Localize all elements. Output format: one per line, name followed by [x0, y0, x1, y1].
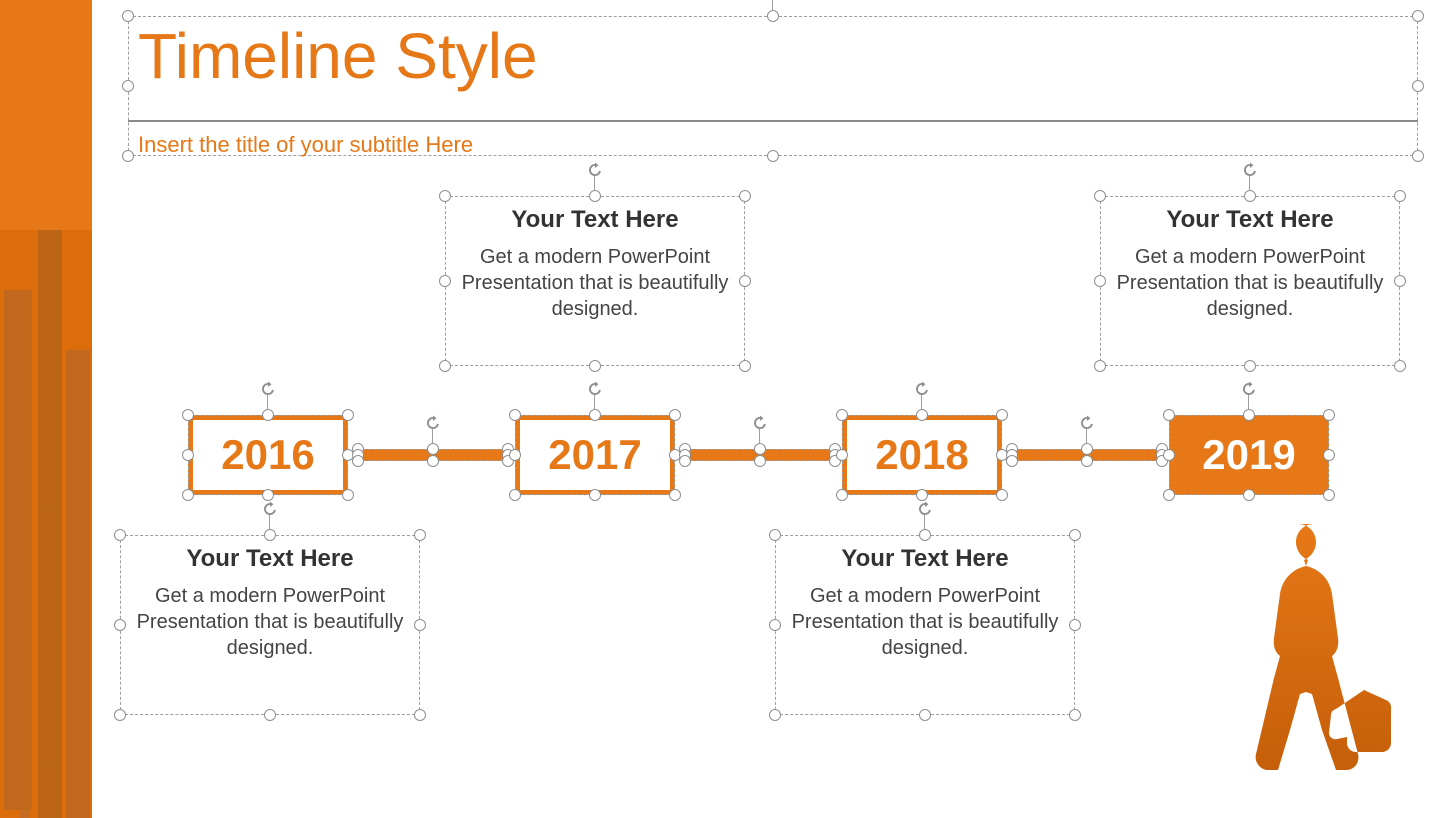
slide-subtitle[interactable]: Insert the title of your subtitle Here: [138, 132, 473, 158]
callout-2019[interactable]: Your Text Here Get a modern PowerPoint P…: [1100, 196, 1400, 366]
year-2016: 2016: [188, 415, 348, 495]
slide-title[interactable]: Timeline Style: [128, 16, 538, 96]
rotate-handle-icon: [1079, 415, 1095, 431]
year-2017: 2017: [515, 415, 675, 495]
connector-1-shape[interactable]: [358, 449, 508, 461]
callout-2017-body: Get a modern PowerPoint Presentation tha…: [445, 238, 745, 336]
connector-3-shape[interactable]: [1012, 449, 1162, 461]
year-2019-shape[interactable]: 2019: [1169, 415, 1329, 495]
callout-2018[interactable]: Your Text Here Get a modern PowerPoint P…: [775, 535, 1075, 715]
callout-2016-body: Get a modern PowerPoint Presentation tha…: [120, 577, 420, 675]
year-2017-shape[interactable]: 2017: [515, 415, 675, 495]
rotate-handle-icon: [262, 501, 278, 517]
callout-2019-title: Your Text Here: [1100, 196, 1400, 238]
connector-2-shape[interactable]: [685, 449, 835, 461]
rotate-handle-icon: [1241, 381, 1257, 397]
cityscape-backdrop: [0, 230, 92, 818]
rotate-handle-icon: [587, 381, 603, 397]
callout-2017[interactable]: Your Text Here Get a modern PowerPoint P…: [445, 196, 745, 366]
rotate-handle-icon: [917, 501, 933, 517]
year-2019: 2019: [1169, 415, 1329, 495]
rotate-handle-icon: [260, 381, 276, 397]
callout-2019-body: Get a modern PowerPoint Presentation tha…: [1100, 238, 1400, 336]
rotate-handle-icon: [425, 415, 441, 431]
rotate-handle-icon: [587, 162, 603, 178]
callout-2016[interactable]: Your Text Here Get a modern PowerPoint P…: [120, 535, 420, 715]
callout-2018-body: Get a modern PowerPoint Presentation tha…: [775, 577, 1075, 675]
title-group-shape[interactable]: Timeline Style Insert the title of your …: [128, 16, 1418, 156]
rotate-handle-icon: [1242, 162, 1258, 178]
rotate-handle-icon: [752, 415, 768, 431]
year-2018: 2018: [842, 415, 1002, 495]
year-2016-shape[interactable]: 2016: [188, 415, 348, 495]
callout-2018-title: Your Text Here: [775, 535, 1075, 577]
businessman-silhouette: [1214, 520, 1414, 810]
title-divider: [128, 120, 1418, 122]
callout-2017-title: Your Text Here: [445, 196, 745, 238]
year-2018-shape[interactable]: 2018: [842, 415, 1002, 495]
left-accent-strip: [0, 0, 92, 818]
rotate-handle-icon: [914, 381, 930, 397]
callout-2016-title: Your Text Here: [120, 535, 420, 577]
